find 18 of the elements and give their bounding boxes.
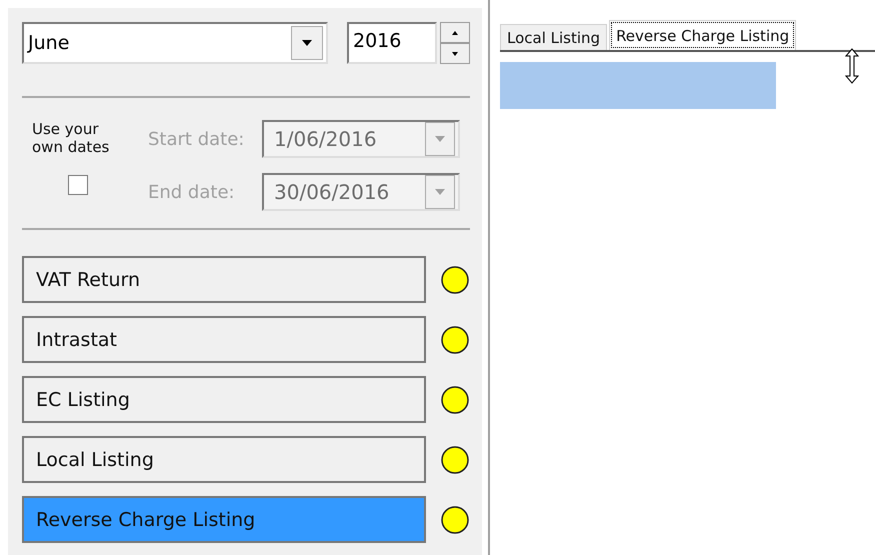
tab[interactable]: Local Listing — [500, 24, 608, 50]
year-field[interactable]: 2016 — [347, 22, 437, 64]
month-dropdown[interactable]: June — [22, 22, 328, 64]
own-dates-checkbox[interactable] — [68, 175, 88, 195]
caret-icon — [435, 136, 445, 142]
report-button[interactable]: Reverse Charge Listing — [22, 496, 426, 543]
report-button[interactable]: Intrastat — [22, 316, 426, 363]
report-button[interactable]: EC Listing — [22, 376, 426, 423]
use-own-dates-label: Use your own dates — [32, 120, 110, 156]
resize-cursor-icon — [845, 48, 859, 84]
date-label: Start date: — [148, 128, 246, 150]
caret-icon — [435, 189, 445, 195]
report-button[interactable]: VAT Return — [22, 256, 426, 303]
tab[interactable]: Reverse Charge Listing — [609, 20, 796, 50]
year-spinner[interactable] — [440, 22, 470, 64]
report-button[interactable]: Local Listing — [22, 436, 426, 483]
date-label: End date: — [148, 182, 236, 202]
caret-icon — [302, 40, 312, 46]
